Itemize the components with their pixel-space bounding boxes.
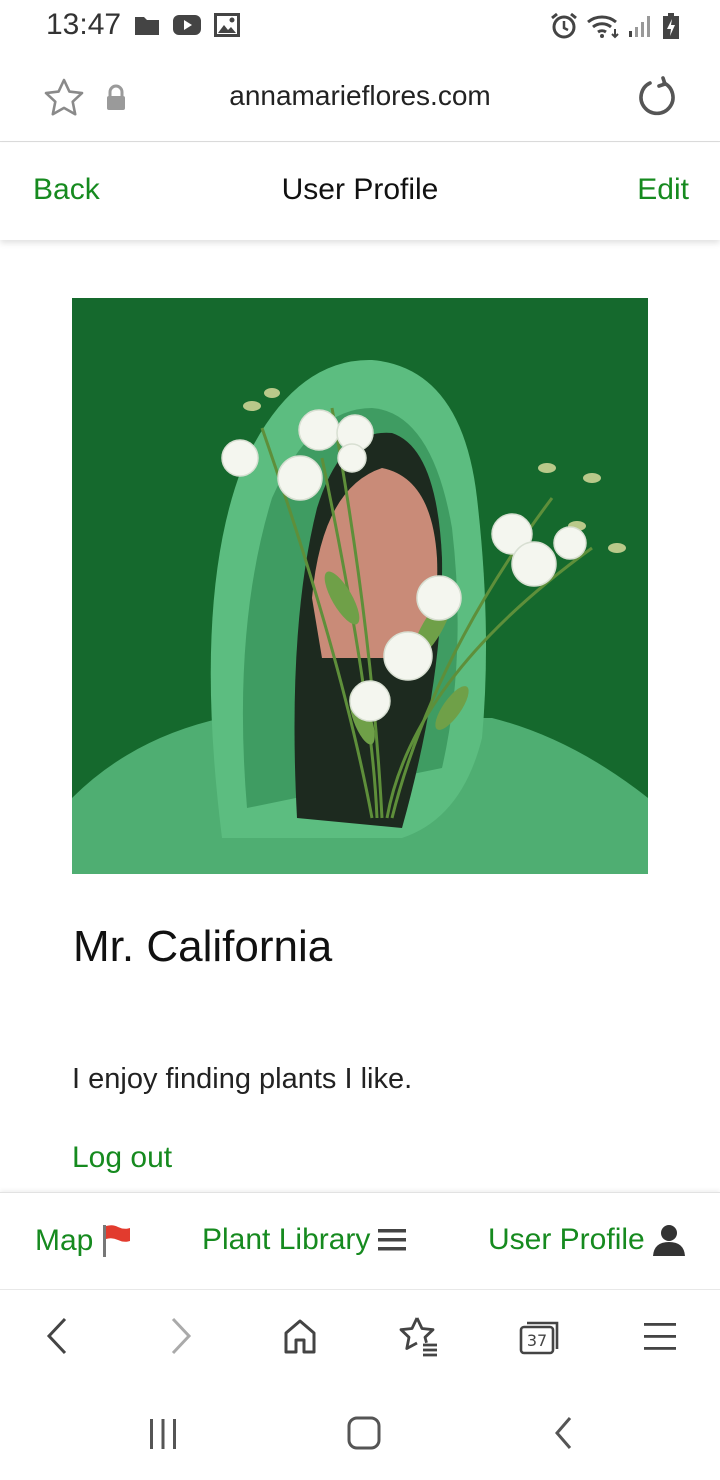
profile-name: Mr. California	[73, 922, 333, 971]
battery-charging-icon	[663, 13, 679, 39]
recent-apps-button[interactable]	[138, 1411, 188, 1455]
signal-icon	[629, 16, 650, 37]
page-title: User Profile	[281, 173, 439, 206]
back-nav-button[interactable]	[540, 1411, 590, 1455]
profile-photo	[72, 298, 648, 874]
browser-menu-button[interactable]	[636, 1312, 684, 1360]
profile-photo-illustration	[72, 298, 648, 874]
chevron-right-icon	[171, 1317, 192, 1355]
nav-map-label: Map	[35, 1224, 94, 1257]
recent-apps-icon	[150, 1419, 176, 1449]
home-nav-button[interactable]	[339, 1411, 389, 1455]
user-silhouette-icon	[652, 1225, 685, 1256]
reload-button[interactable]	[632, 74, 680, 122]
browser-forward-button[interactable]	[156, 1312, 204, 1360]
app-bottom-nav: Map Plant Library User Profile	[0, 1192, 720, 1289]
logout-link[interactable]: Log out	[72, 1141, 172, 1175]
chevron-left-icon	[46, 1317, 67, 1355]
tabs-count: 37	[527, 1331, 547, 1350]
status-time: 13:47	[46, 8, 122, 41]
tabs-icon: 37	[519, 1321, 559, 1355]
alarm-icon	[551, 12, 577, 39]
browser-home-button[interactable]	[276, 1312, 324, 1360]
edit-button[interactable]: Edit	[637, 173, 689, 207]
home-square-icon	[347, 1416, 381, 1450]
browser-toolbar: 37	[0, 1289, 720, 1383]
browser-tabs-button[interactable]: 37	[516, 1312, 564, 1360]
status-bar: 13:47	[0, 0, 720, 52]
nav-map[interactable]: Map	[35, 1223, 133, 1259]
nav-user-profile-label: User Profile	[488, 1223, 645, 1256]
nav-plant-library[interactable]: Plant Library	[202, 1223, 408, 1257]
home-icon	[284, 1319, 316, 1354]
browser-back-button[interactable]	[34, 1312, 82, 1360]
red-flag-icon	[103, 1225, 131, 1257]
youtube-icon	[173, 15, 201, 35]
back-chevron-icon	[555, 1417, 572, 1449]
nav-user-profile[interactable]: User Profile	[488, 1223, 687, 1257]
android-nav-bar	[0, 1383, 720, 1480]
profile-bio: I enjoy finding plants I like.	[72, 1063, 413, 1095]
nav-plant-library-label: Plant Library	[202, 1223, 371, 1256]
wifi-icon	[587, 15, 619, 39]
folder-icon	[135, 17, 159, 35]
browser-bookmarks-button[interactable]	[396, 1312, 444, 1360]
url-text[interactable]: annamarieflores.com	[0, 80, 720, 112]
status-left-icons	[134, 13, 240, 37]
reload-icon	[639, 76, 675, 116]
status-right-icons	[550, 12, 680, 40]
image-icon	[214, 13, 240, 37]
browser-url-bar: annamarieflores.com	[0, 52, 720, 142]
app-header: Back User Profile Edit	[0, 143, 720, 240]
hamburger-menu-icon	[378, 1229, 407, 1251]
menu-icon	[644, 1323, 676, 1350]
bookmarks-star-icon	[399, 1317, 437, 1357]
